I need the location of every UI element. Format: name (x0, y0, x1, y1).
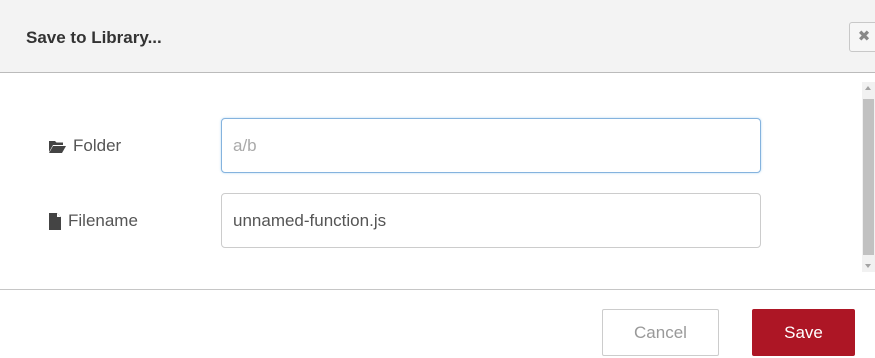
dialog-titlebar: Save to Library... ✖ (0, 0, 875, 73)
scroll-down-icon[interactable] (865, 264, 871, 268)
cancel-button[interactable]: Cancel (602, 309, 719, 356)
folder-input[interactable] (221, 118, 761, 173)
filename-input[interactable] (221, 193, 761, 248)
save-button[interactable]: Save (752, 309, 855, 356)
folder-open-icon (49, 140, 66, 153)
filename-label-group: Filename (48, 211, 138, 231)
folder-label: Folder (73, 136, 122, 155)
scrollbar-thumb[interactable] (863, 99, 874, 255)
folder-row: Folder (0, 118, 860, 174)
save-to-library-dialog: Save to Library... ✖ Folder Filename (0, 0, 875, 358)
footer-divider (0, 289, 875, 290)
filename-row: Filename (0, 193, 860, 249)
folder-label-group: Folder (48, 136, 121, 156)
dialog-title: Save to Library... (26, 28, 162, 47)
form-scrollbar[interactable] (862, 82, 875, 272)
scroll-up-icon[interactable] (865, 86, 871, 90)
file-icon (49, 212, 61, 230)
filename-label: Filename (68, 211, 138, 230)
close-button[interactable]: ✖ (849, 22, 875, 52)
close-icon: ✖ (857, 28, 871, 45)
